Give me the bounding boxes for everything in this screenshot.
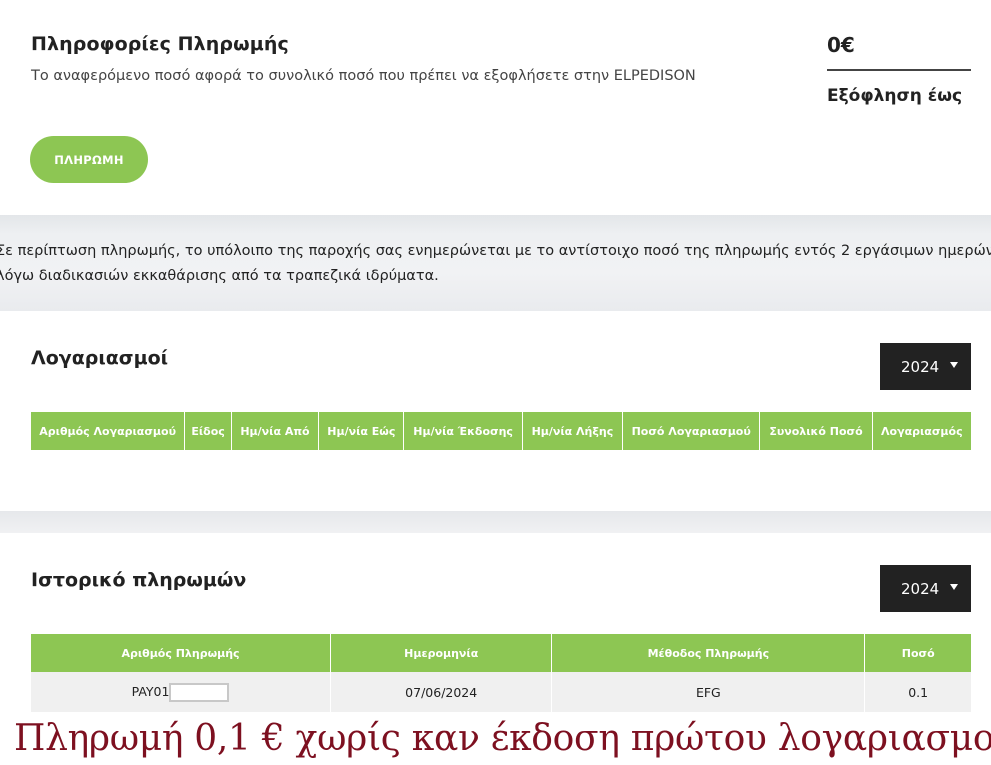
- payment-notice-band: Σε περίπτωση πληρωμής, το υπόλοιπο της π…: [0, 215, 991, 311]
- notice-line-1: Σε περίπτωση πληρωμής, το υπόλοιπο της π…: [0, 243, 991, 259]
- due-date-label: Εξόφληση έως: [827, 86, 963, 106]
- accounts-year-select[interactable]: 2024: [880, 343, 971, 390]
- payment-info-description: Το αναφερόμενο ποσό αφορά το συνολικό πο…: [31, 68, 696, 84]
- payment-number-cell: PAY01: [31, 672, 332, 712]
- payment-info-panel: Πληροφορίες Πληρωμής Το αναφερόμενο ποσό…: [0, 0, 991, 215]
- col-payment-amount[interactable]: Ποσό: [864, 634, 971, 672]
- notice-line-2: λόγω διαδικασιών εκκαθάρισης από τα τραπ…: [0, 268, 439, 284]
- payment-history-title: Ιστορικό πληρωμών: [31, 569, 247, 591]
- overlay-caption: Πληρωμή 0,1 € χωρίς καν έκδοση πρώτου λο…: [14, 718, 991, 759]
- payment-history-year-select[interactable]: 2024: [880, 565, 971, 612]
- accounts-year-value: 2024: [901, 357, 940, 376]
- col-payment-number[interactable]: Αριθμός Πληρωμής: [31, 634, 332, 672]
- redacted-box: [169, 682, 230, 702]
- payment-notice-text: Σε περίπτωση πληρωμής, το υπόλοιπο της π…: [0, 239, 991, 289]
- accounts-title: Λογαριασμοί: [31, 347, 169, 369]
- col-date-to[interactable]: Ημ/νία Εώς: [318, 412, 405, 450]
- payment-method: EFG: [551, 672, 866, 712]
- caret-down-icon: [950, 584, 958, 590]
- accounts-table-header-row: Αριθμός Λογαριασμού Είδος Ημ/νία Από Ημ/…: [31, 412, 971, 450]
- accounts-table: Αριθμός Λογαριασμού Είδος Ημ/νία Από Ημ/…: [31, 412, 971, 450]
- col-date-from[interactable]: Ημ/νία Από: [231, 412, 320, 450]
- col-account-number[interactable]: Αριθμός Λογαριασμού: [31, 412, 186, 450]
- col-total-amount[interactable]: Συνολικό Ποσό: [759, 412, 873, 450]
- col-payment-date[interactable]: Ημερομηνία: [330, 634, 553, 672]
- amount-divider: [827, 69, 971, 71]
- col-payment-method[interactable]: Μέθοδος Πληρωμής: [551, 634, 866, 672]
- payment-amount: 0.1: [864, 672, 971, 712]
- col-issue-date[interactable]: Ημ/νία Έκδοσης: [403, 412, 523, 450]
- col-account-document[interactable]: Λογαριασμός: [872, 412, 971, 450]
- payment-number: PAY01: [131, 683, 170, 699]
- payment-history-year-value: 2024: [901, 579, 940, 598]
- section-divider: [0, 511, 991, 533]
- payment-date: 07/06/2024: [330, 672, 553, 712]
- payment-history-header-row: Αριθμός Πληρωμής Ημερομηνία Μέθοδος Πληρ…: [31, 634, 971, 672]
- pay-button[interactable]: ΠΛΗΡΩΜΗ: [30, 136, 148, 183]
- col-type[interactable]: Είδος: [184, 412, 232, 450]
- payment-info-title: Πληροφορίες Πληρωμής: [31, 33, 289, 55]
- table-row: PAY01 07/06/2024 EFG 0.1: [31, 672, 971, 712]
- caret-down-icon: [950, 362, 958, 368]
- payment-history-table: Αριθμός Πληρωμής Ημερομηνία Μέθοδος Πληρ…: [31, 634, 971, 712]
- col-account-amount[interactable]: Ποσό Λογαριασμού: [622, 412, 761, 450]
- col-due-date[interactable]: Ημ/νία Λήξης: [522, 412, 624, 450]
- amount-due: 0€: [827, 33, 855, 57]
